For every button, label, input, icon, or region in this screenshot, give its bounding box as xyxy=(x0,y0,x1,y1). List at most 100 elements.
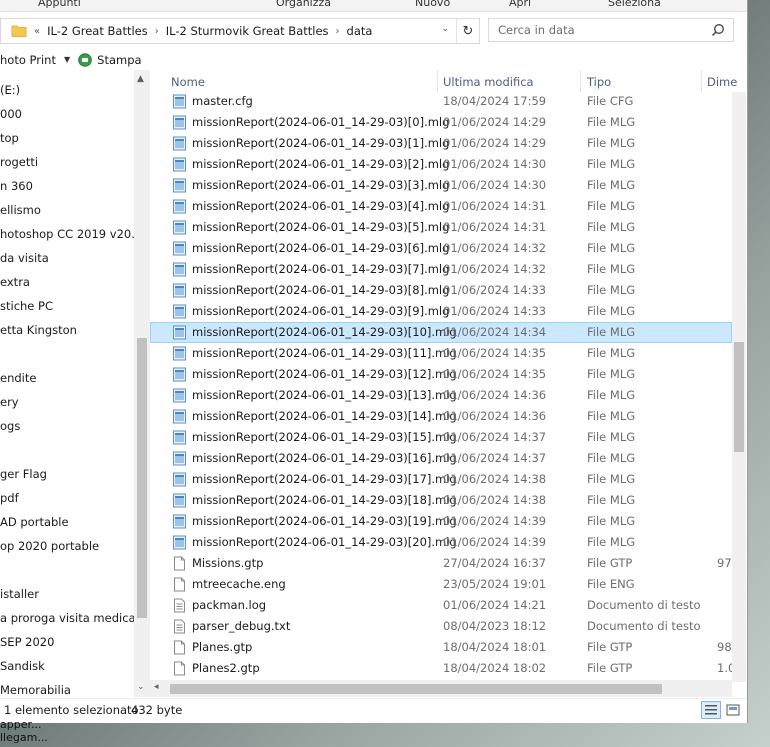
column-divider[interactable] xyxy=(437,70,438,92)
scroll-left-arrow-icon[interactable]: ◂ xyxy=(154,682,159,692)
horizontal-scrollbar[interactable]: ◂ xyxy=(150,680,732,697)
status-bar: 1 elemento selezionato 432 byte xyxy=(0,698,747,723)
desktop-icon-label[interactable]: apper... xyxy=(0,718,41,731)
file-modified: 01/06/2024 14:37 xyxy=(443,451,547,465)
file-type: File MLG xyxy=(587,472,636,486)
column-header-type[interactable]: Tipo xyxy=(587,70,611,92)
nav-item[interactable]: Sandisk xyxy=(0,654,134,678)
column-header-name[interactable]: Nome xyxy=(171,70,205,92)
file-type: File ENG xyxy=(587,577,635,591)
nav-item[interactable]: da visita xyxy=(0,246,134,270)
refresh-icon[interactable]: ↻ xyxy=(456,19,479,43)
file-type: File MLG xyxy=(587,367,636,381)
file-type: File MLG xyxy=(587,283,636,297)
table-row[interactable]: missionReport(2024-06-01_14-29-03)[7].ml… xyxy=(150,259,732,280)
file-list-scrollbar[interactable] xyxy=(732,92,746,682)
file-list-scrollbar-thumb[interactable] xyxy=(734,342,744,452)
column-header-size[interactable]: Dime xyxy=(707,70,737,92)
scroll-up-arrow-icon[interactable]: ▲ xyxy=(137,74,144,84)
table-row[interactable]: missionReport(2024-06-01_14-29-03)[5].ml… xyxy=(150,217,732,238)
table-row[interactable]: packman.log 01/06/2024 14:21 Documento di … xyxy=(150,595,732,616)
nav-item[interactable]: (E:) xyxy=(0,78,134,102)
scroll-down-arrow-icon[interactable]: ⌄ xyxy=(137,682,145,692)
desktop-icon-label[interactable]: llegam... xyxy=(0,731,48,744)
table-row[interactable]: missionReport(2024-06-01_14-29-03)[4].ml… xyxy=(150,196,732,217)
address-dropdown-icon[interactable]: ⌄ xyxy=(441,24,449,34)
details-view-button[interactable] xyxy=(701,701,721,719)
search-input[interactable]: Cerca in data xyxy=(488,18,734,42)
table-row[interactable]: Planes2.gtp 18/04/2024 18:02 File GTP 1.01 xyxy=(150,658,743,679)
nav-item[interactable]: op 2020 portable xyxy=(0,534,134,558)
table-row[interactable]: mtreecache.eng 23/05/2024 19:01 File ENG xyxy=(150,574,732,595)
file-name: missionReport(2024-06-01_14-29-03)[17].m… xyxy=(192,472,457,486)
table-row[interactable]: missionReport(2024-06-01_14-29-03)[17].m… xyxy=(150,469,732,490)
breadcrumb-overflow[interactable]: « xyxy=(33,26,41,37)
table-row[interactable]: missionReport(2024-06-01_14-29-03)[9].ml… xyxy=(150,301,732,322)
nav-item[interactable]: endite xyxy=(0,366,134,390)
table-row[interactable]: master.cfg 18/04/2024 17:59 File CFG xyxy=(150,91,732,112)
nav-item[interactable]: ery xyxy=(0,390,134,414)
nav-item[interactable]: etta Kingston xyxy=(0,318,134,342)
large-icons-view-button[interactable] xyxy=(723,701,743,719)
table-row[interactable]: missionReport(2024-06-01_14-29-03)[18].m… xyxy=(150,490,732,511)
column-divider[interactable] xyxy=(701,70,702,92)
nav-item[interactable]: top xyxy=(0,126,134,150)
table-row[interactable]: missionReport(2024-06-01_14-29-03)[3].ml… xyxy=(150,175,732,196)
nav-item[interactable]: rogetti xyxy=(0,150,134,174)
table-row[interactable]: Missions.gtp 27/04/2024 16:37 File GTP 975 xyxy=(150,553,739,574)
nav-item[interactable]: ger Flag xyxy=(0,462,134,486)
nav-item[interactable] xyxy=(0,342,134,366)
file-modified: 01/06/2024 14:21 xyxy=(443,598,547,612)
table-row-selected[interactable]: missionReport(2024-06-01_14-29-03)[10].m… xyxy=(150,322,732,343)
table-row[interactable]: missionReport(2024-06-01_14-29-03)[8].ml… xyxy=(150,280,732,301)
nav-item[interactable] xyxy=(0,438,134,462)
nav-item[interactable]: extra xyxy=(0,270,134,294)
print-button[interactable]: Stampa xyxy=(78,53,142,67)
table-row[interactable]: missionReport(2024-06-01_14-29-03)[14].m… xyxy=(150,406,732,427)
nav-item[interactable]: istaller xyxy=(0,582,134,606)
nav-item[interactable]: ogs xyxy=(0,414,134,438)
horizontal-scrollbar-thumb[interactable] xyxy=(170,684,662,694)
nav-item[interactable]: stiche PC xyxy=(0,294,134,318)
breadcrumb-item-current[interactable]: data xyxy=(341,24,379,38)
table-row[interactable]: missionReport(2024-06-01_14-29-03)[12].m… xyxy=(150,364,732,385)
ribbon-group-labels: Appunti Organizza Nuovo Apri Seleziona xyxy=(0,0,747,12)
table-row[interactable]: missionReport(2024-06-01_14-29-03)[1].ml… xyxy=(150,133,732,154)
nav-scrollbar[interactable]: ▲ ⌄ xyxy=(134,70,150,697)
nav-item[interactable]: ellismo xyxy=(0,198,134,222)
nav-item[interactable]: SEP 2020 xyxy=(0,630,134,654)
table-row[interactable]: missionReport(2024-06-01_14-29-03)[13].m… xyxy=(150,385,732,406)
nav-scrollbar-thumb[interactable] xyxy=(137,338,147,618)
table-row[interactable]: missionReport(2024-06-01_14-29-03)[11].m… xyxy=(150,343,732,364)
table-row[interactable]: missionReport(2024-06-01_14-29-03)[6].ml… xyxy=(150,238,732,259)
photo-print-button[interactable]: hoto Print ▼ xyxy=(0,53,70,67)
table-row[interactable]: Planes.gtp 18/04/2024 18:01 File GTP 98 xyxy=(150,637,732,658)
column-divider[interactable] xyxy=(580,70,581,92)
ribbon-label-apri: Apri xyxy=(509,0,532,9)
column-headers: ^ Nome Ultima modifica Tipo Dime xyxy=(150,70,746,92)
nav-item[interactable]: n 360 xyxy=(0,174,134,198)
mlg-file-icon xyxy=(172,493,187,508)
nav-item[interactable] xyxy=(0,558,134,582)
address-bar[interactable]: « IL-2 Great Battles › IL-2 Sturmovik Gr… xyxy=(0,18,480,44)
nav-item[interactable]: 000 xyxy=(0,102,134,126)
file-name: missionReport(2024-06-01_14-29-03)[5].ml… xyxy=(192,220,450,234)
mlg-file-icon xyxy=(172,430,187,445)
table-row[interactable]: missionReport(2024-06-01_14-29-03)[0].ml… xyxy=(150,112,732,133)
table-row[interactable]: missionReport(2024-06-01_14-29-03)[19].m… xyxy=(150,511,732,532)
breadcrumb-item[interactable]: IL-2 Great Battles xyxy=(41,24,154,38)
nav-item[interactable]: AD portable xyxy=(0,510,134,534)
nav-item[interactable]: hotoshop CC 2019 v20.0.5 xyxy=(0,222,134,246)
nav-item[interactable]: a proroga visita medica xyxy=(0,606,134,630)
breadcrumb-item[interactable]: IL-2 Sturmovik Great Battles xyxy=(160,24,335,38)
file-modified: 01/06/2024 14:33 xyxy=(443,283,547,297)
nav-item[interactable]: pdf xyxy=(0,486,134,510)
table-row[interactable]: missionReport(2024-06-01_14-29-03)[2].ml… xyxy=(150,154,732,175)
table-row[interactable]: missionReport(2024-06-01_14-29-03)[15].m… xyxy=(150,427,732,448)
table-row[interactable]: missionReport(2024-06-01_14-29-03)[16].m… xyxy=(150,448,732,469)
table-row[interactable]: missionReport(2024-06-01_14-29-03)[20].m… xyxy=(150,532,732,553)
table-row[interactable]: parser_debug.txt 08/04/2023 18:12 Document… xyxy=(150,616,732,637)
column-header-modified[interactable]: Ultima modifica xyxy=(443,70,534,92)
mlg-file-icon xyxy=(172,304,187,319)
file-name: Missions.gtp xyxy=(192,556,264,570)
